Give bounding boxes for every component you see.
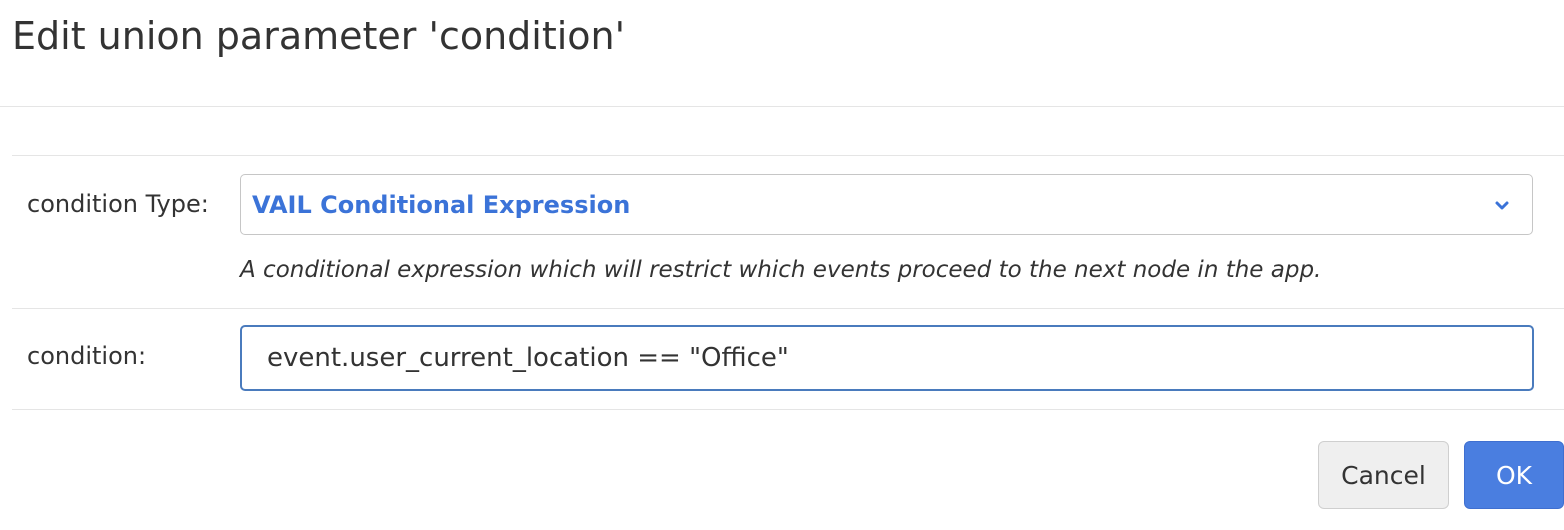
title-divider: [0, 106, 1564, 107]
condition-type-selected-value: VAIL Conditional Expression: [252, 191, 631, 219]
edit-parameter-dialog: Edit union parameter 'condition' conditi…: [0, 0, 1564, 530]
form-middle-divider: [12, 308, 1564, 309]
condition-type-help-text: A conditional expression which will rest…: [240, 257, 1322, 283]
condition-type-label: condition Type:: [27, 190, 209, 218]
condition-input[interactable]: [240, 325, 1534, 391]
dialog-title: Edit union parameter 'condition': [12, 14, 626, 58]
cancel-button[interactable]: Cancel: [1318, 441, 1449, 509]
ok-button[interactable]: OK: [1464, 441, 1564, 509]
chevron-down-icon: [1495, 201, 1509, 210]
form-top-divider: [12, 155, 1564, 156]
condition-label: condition:: [27, 342, 147, 370]
form-bottom-divider: [12, 409, 1564, 410]
condition-type-select[interactable]: VAIL Conditional Expression: [240, 174, 1533, 235]
